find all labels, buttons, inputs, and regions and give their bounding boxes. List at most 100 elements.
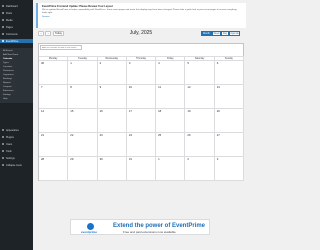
day-cell[interactable]: 20 — [215, 109, 244, 132]
submenu-item-reports[interactable]: Reports — [0, 82, 33, 85]
day-cell[interactable]: 12 — [185, 85, 215, 108]
today-button[interactable]: Today — [53, 31, 64, 36]
submenu-item-calendar[interactable]: Calendar — [0, 58, 33, 61]
sidebar-item-label: Dashboard — [6, 4, 18, 8]
day-cell[interactable]: 25 — [156, 133, 186, 156]
day-cell[interactable]: 5 — [185, 61, 215, 84]
day-cell[interactable]: 31 — [127, 157, 157, 180]
settings-icon — [2, 157, 4, 159]
calendar-toolbar: ‹ › Today July, 2025 Month Week Day Agenda — [38, 30, 244, 40]
day-cell[interactable]: 15 — [68, 109, 98, 132]
promo-banner[interactable]: eventprime Extend the power of EventPrim… — [70, 219, 210, 235]
day-number: 2 — [99, 61, 102, 65]
week-row: 14 15 16 17 18 19 20 — [39, 109, 244, 133]
submenu-item-all-events[interactable]: All Events — [0, 50, 33, 53]
day-cell[interactable]: 21 — [39, 133, 69, 156]
day-cell[interactable]: 4 — [156, 61, 186, 84]
pin-icon — [2, 12, 4, 14]
day-cell[interactable]: 28 — [39, 157, 69, 180]
submenu-item-organizers[interactable]: Organizers — [0, 74, 33, 77]
month-grid: Monday Tuesday Wednesday Thursday Friday Satu… — [39, 56, 244, 181]
view-month-button[interactable]: Month — [201, 31, 212, 36]
notice-dismiss-link[interactable]: Dismiss — [42, 16, 242, 19]
view-day-button[interactable]: Day — [221, 31, 229, 36]
submenu-item-bookings[interactable]: Bookings — [0, 78, 33, 81]
next-month-button[interactable]: › — [45, 31, 51, 36]
day-number: 28 — [41, 157, 45, 161]
sidebar-item-posts[interactable]: Posts — [0, 11, 33, 15]
day-number: 20 — [216, 109, 220, 113]
day-cell[interactable]: 23 — [98, 133, 127, 156]
sidebar-item-settings[interactable]: Settings — [0, 156, 33, 160]
day-cell[interactable]: 1 — [68, 61, 98, 84]
week-row: 28 29 30 31 1 2 3 — [39, 157, 244, 181]
day-cell[interactable]: 6 — [215, 61, 244, 84]
submenu-item-settings[interactable]: Settings — [0, 94, 33, 97]
day-cell[interactable]: 3 — [127, 61, 157, 84]
day-cell[interactable]: 18 — [156, 109, 186, 132]
weekday-header-cell: Tuesday — [68, 57, 98, 60]
sidebar-item-appearance[interactable]: Appearance — [0, 128, 33, 132]
prev-month-button[interactable]: ‹ — [38, 31, 44, 36]
weekday-header-cell: Wednesday — [98, 57, 127, 60]
sidebar-item-label: Collapse menu — [6, 163, 22, 167]
sidebar-item-collapse-menu[interactable]: Collapse menu — [0, 163, 33, 167]
submenu-item-locations[interactable]: Locations — [0, 66, 33, 69]
day-cell[interactable]: 2 — [185, 157, 215, 180]
sidebar-item-label: Tools — [6, 149, 12, 153]
comment-icon — [2, 33, 4, 35]
day-cell[interactable]: 9 — [98, 85, 127, 108]
day-number: 10 — [128, 85, 132, 89]
day-cell[interactable]: 1 — [156, 157, 186, 180]
logo-text: eventprime — [81, 230, 98, 234]
day-cell[interactable]: 10 — [127, 85, 157, 108]
sidebar-item-dashboard[interactable]: Dashboard — [0, 4, 33, 8]
weekday-header-cell: Thursday — [127, 57, 157, 60]
media-icon — [2, 19, 4, 21]
day-cell[interactable]: 24 — [127, 133, 157, 156]
weekday-header-cell: Friday — [156, 57, 186, 60]
banner-title: Extend the power of EventPrime — [113, 223, 206, 229]
day-number: 31 — [128, 157, 132, 161]
day-cell[interactable]: 8 — [68, 85, 98, 108]
view-week-button[interactable]: Week — [212, 31, 221, 36]
calendar-panel: MondayTuesdayWednesdayThursdayFridaySatu… — [38, 43, 244, 181]
sidebar-item-pages[interactable]: Pages — [0, 25, 33, 29]
sidebar-item-users[interactable]: Users — [0, 142, 33, 146]
add-event-input[interactable] — [40, 45, 82, 50]
day-cell[interactable]: 26 — [185, 133, 215, 156]
day-cell[interactable]: 2 — [98, 61, 127, 84]
day-cell[interactable]: 30 — [39, 61, 69, 84]
submenu-item-add-new-event[interactable]: Add New Event — [0, 54, 33, 57]
day-cell[interactable]: 17 — [127, 109, 157, 132]
sidebar-item-eventprime[interactable]: EventPrime — [0, 39, 33, 43]
view-agenda-button[interactable]: Agenda — [229, 31, 240, 36]
day-number: 18 — [158, 109, 162, 113]
day-cell[interactable]: 30 — [98, 157, 127, 180]
submenu-item-types[interactable]: Types — [0, 62, 33, 65]
sidebar-item-plugins[interactable]: Plugins — [0, 135, 33, 139]
submenu-item-extensions[interactable]: Extensions — [0, 90, 33, 93]
day-cell[interactable]: 14 — [39, 109, 69, 132]
sidebar-item-comments[interactable]: Comments — [0, 32, 33, 36]
day-cell[interactable]: 7 — [39, 85, 69, 108]
day-number: 26 — [187, 133, 191, 137]
day-cell[interactable]: 16 — [98, 109, 127, 132]
day-number: 16 — [99, 109, 103, 113]
sidebar-item-media[interactable]: Media — [0, 18, 33, 22]
day-cell[interactable]: 27 — [215, 133, 244, 156]
submenu-item-help[interactable]: Help — [0, 98, 33, 101]
submenu-item-coupons[interactable]: Coupons — [0, 86, 33, 89]
day-cell[interactable]: 22 — [68, 133, 98, 156]
day-cell[interactable]: 11 — [156, 85, 186, 108]
day-cell[interactable]: 3 — [215, 157, 244, 180]
submenu-item-performers[interactable]: Performers — [0, 70, 33, 73]
day-cell[interactable]: 13 — [215, 85, 244, 108]
day-cell[interactable]: 29 — [68, 157, 98, 180]
sidebar-item-label: EventPrime — [6, 39, 19, 43]
sidebar-item-tools[interactable]: Tools — [0, 149, 33, 153]
submenu-item-label: Performers — [3, 70, 14, 72]
day-number: 30 — [41, 61, 45, 65]
day-cell[interactable]: 19 — [185, 109, 215, 132]
sidebar-item-label: Appearance — [6, 128, 19, 132]
